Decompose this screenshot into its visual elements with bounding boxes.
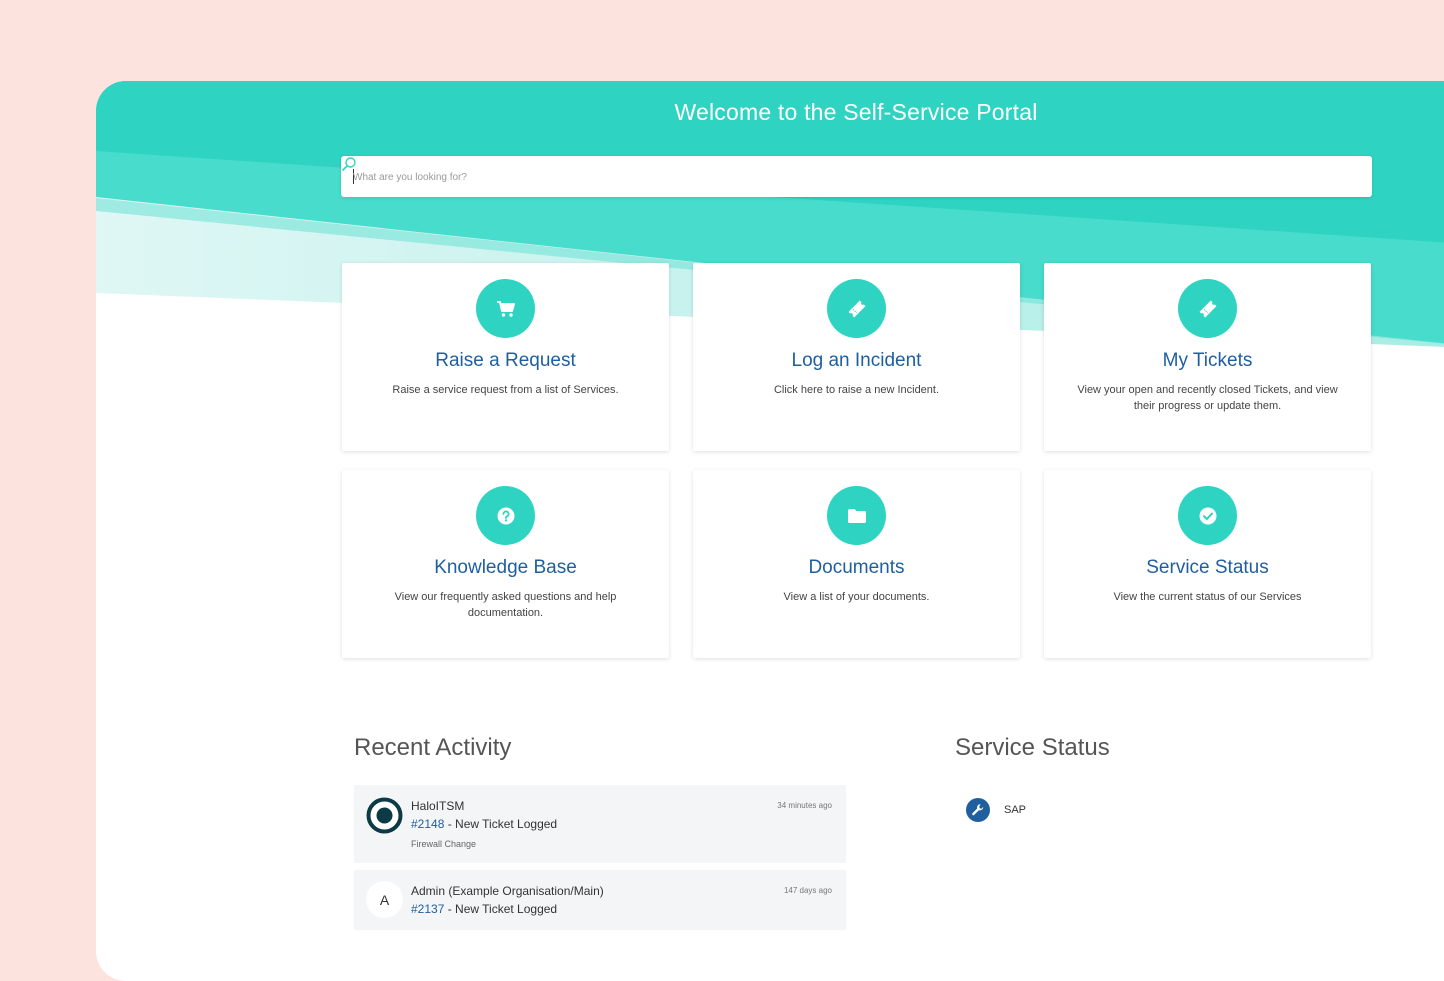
search-icon[interactable] xyxy=(341,156,357,172)
activity-action: - New Ticket Logged xyxy=(444,817,558,831)
activity-item[interactable]: HaloITSM #2148 - New Ticket Logged Firew… xyxy=(354,785,846,863)
card-title: Knowledge Base xyxy=(434,557,577,578)
activity-author: Admin (Example Organisation/Main) xyxy=(411,884,604,898)
card-icon-circle xyxy=(1178,279,1237,338)
card-description: Click here to raise a new Incident. xyxy=(773,384,940,396)
card-description: View a list of your documents. xyxy=(783,591,930,603)
card-title: Raise a Request xyxy=(435,350,576,371)
ticket-link[interactable]: #2137 xyxy=(411,902,444,916)
avatar: A xyxy=(366,881,403,918)
service-name: SAP xyxy=(1004,804,1027,816)
activity-item[interactable]: A Admin (Example Organisation/Main) #213… xyxy=(354,870,846,930)
page-title: Welcome to the Self-Service Portal xyxy=(674,99,1038,125)
avatar xyxy=(366,797,403,834)
activity-time: 34 minutes ago xyxy=(777,801,832,810)
recent-activity-heading: Recent Activity xyxy=(354,734,512,761)
card-title: My Tickets xyxy=(1162,350,1253,371)
activity-author: HaloITSM xyxy=(411,799,465,813)
card-description: View the current status of our Services xyxy=(1113,591,1302,603)
card-title: Service Status xyxy=(1146,557,1269,578)
activity-action: - New Ticket Logged xyxy=(444,902,558,916)
card-raise-request[interactable]: Raise a Request Raise a service request … xyxy=(342,263,669,451)
card-knowledge-base[interactable]: Knowledge Base View our frequently asked… xyxy=(342,470,669,658)
ticket-link[interactable]: #2148 xyxy=(411,817,444,831)
card-icon-circle xyxy=(827,279,886,338)
question-icon xyxy=(497,507,514,524)
wrench-icon xyxy=(966,798,990,822)
card-description: Raise a service request from a list of S… xyxy=(392,384,619,396)
halo-logo-icon xyxy=(366,797,403,834)
card-icon-circle xyxy=(476,279,535,338)
card-my-tickets[interactable]: My Tickets View your open and recently c… xyxy=(1044,263,1371,451)
card-description: View our frequently asked questions and … xyxy=(394,591,617,619)
card-icon-circle xyxy=(476,486,535,545)
card-title: Log an Incident xyxy=(791,350,922,371)
portal-window: Welcome to the Self-Service Portal Raise… xyxy=(96,81,1444,981)
card-icon-circle xyxy=(827,486,886,545)
activity-summary: #2137 - New Ticket Logged xyxy=(411,902,557,916)
ticket-icon xyxy=(1199,300,1216,317)
card-description: View your open and recently closed Ticke… xyxy=(1077,384,1338,412)
activity-detail: Firewall Change xyxy=(411,839,477,849)
folder-icon xyxy=(847,508,866,523)
cart-icon xyxy=(496,300,515,317)
card-documents[interactable]: Documents View a list of your documents. xyxy=(693,470,1020,658)
card-log-incident[interactable]: Log an Incident Click here to raise a ne… xyxy=(693,263,1020,451)
card-title: Documents xyxy=(808,557,905,578)
card-service-status[interactable]: Service Status View the current status o… xyxy=(1044,470,1371,658)
search-input[interactable] xyxy=(351,156,1335,199)
service-status-heading: Service Status xyxy=(955,734,1110,761)
avatar-letter: A xyxy=(379,891,390,908)
ticket-icon xyxy=(848,300,865,317)
search-bar[interactable] xyxy=(341,156,1372,199)
card-icon-circle xyxy=(1178,486,1237,545)
activity-time: 147 days ago xyxy=(783,886,832,895)
activity-summary: #2148 - New Ticket Logged xyxy=(411,817,557,831)
check-circle-icon xyxy=(1199,507,1216,524)
service-status-item[interactable]: SAP xyxy=(966,798,1026,822)
